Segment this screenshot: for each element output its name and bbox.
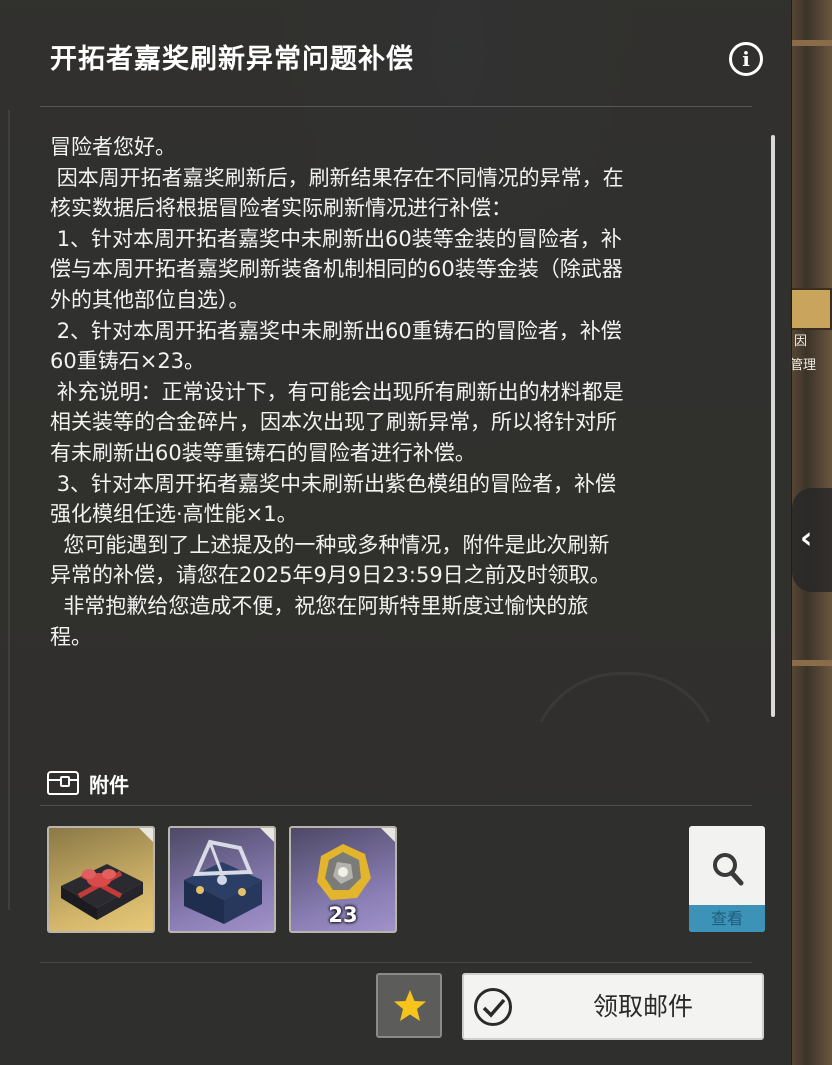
scene-text: 管理 xyxy=(790,358,817,373)
divider xyxy=(40,805,752,806)
mail-body-line: 非常抱歉给您造成不便，祝您在阿斯特里斯度过愉快的旅 xyxy=(50,593,589,618)
scene-beam xyxy=(790,40,832,46)
item-corner xyxy=(260,828,274,842)
favorite-button[interactable] xyxy=(376,973,442,1038)
mail-body-line: 因本周开拓者嘉奖刷新后，刷新结果存在不同情况的异常，在 xyxy=(50,165,624,190)
attachments-label: 附件 xyxy=(89,772,129,797)
mail-body-line: 程。 xyxy=(50,624,92,649)
chest-icon xyxy=(47,771,79,795)
panel-edge xyxy=(8,110,10,910)
claim-mail-label: 领取邮件 xyxy=(592,992,693,1021)
mail-body-line: 2、针对本周开拓者嘉奖中未刷新出60重铸石的冒险者，补偿 xyxy=(50,318,622,343)
mail-body-line: 相关装等的合金碎片，因本次出现了刷新异常，所以将针对所 xyxy=(50,410,617,435)
attachment-item-recast-stone[interactable]: 23 xyxy=(289,826,397,933)
claim-mail-button[interactable]: 领取邮件 xyxy=(462,973,764,1040)
mail-panel: 开拓者嘉奖刷新异常问题补偿 i 冒险者您好。 因本周开拓者嘉奖刷新后，刷新结果存… xyxy=(0,0,792,1065)
scene-text: 因 xyxy=(794,334,808,349)
stamp-watermark xyxy=(530,672,720,722)
module-chest-icon xyxy=(184,839,262,924)
mail-body-line: 核实数据后将根据冒险者实际刷新情况进行补偿： xyxy=(50,196,512,221)
mail-body-line: 1、针对本周开拓者嘉奖中未刷新出60装等金装的冒险者，补 xyxy=(50,226,622,251)
mail-title: 开拓者嘉奖刷新异常问题补偿 xyxy=(50,44,414,75)
mail-body-line: 异常的补偿，请您在2025年9月9日23:59日之前及时领取。 xyxy=(50,563,611,588)
view-button[interactable]: 查看 xyxy=(689,826,765,932)
mail-body-line: 外的其他部位自选）。 xyxy=(50,287,250,312)
mail-body-text: 冒险者您好。 因本周开拓者嘉奖刷新后，刷新结果存在不同情况的异常，在 核实数据后将… xyxy=(40,132,768,652)
mail-body-line: 3、针对本周开拓者嘉奖中未刷新出紫色模组的冒险者，补偿 xyxy=(50,471,617,496)
attachment-list: 23 xyxy=(47,826,397,933)
divider xyxy=(40,962,752,963)
mail-body-line: 60重铸石×23。 xyxy=(50,349,206,374)
collapse-panel-tab[interactable]: ‹ xyxy=(792,488,832,592)
info-icon[interactable]: i xyxy=(729,42,763,76)
mail-body-line: 有未刷新出60装等重铸石的冒险者进行补偿。 xyxy=(50,440,476,465)
attachment-item-module-chest[interactable] xyxy=(168,826,276,933)
star-icon xyxy=(394,990,426,1021)
mail-body[interactable]: 冒险者您好。 因本周开拓者嘉奖刷新后，刷新结果存在不同情况的异常，在 核实数据后将… xyxy=(40,132,768,722)
scene-beam xyxy=(790,660,832,666)
mail-body-line: 您可能遇到了上述提及的一种或多种情况，附件是此次刷新 xyxy=(50,532,610,557)
attachments-header: 附件 xyxy=(47,768,129,798)
mail-body-line: 补充说明：正常设计下，有可能会出现所有刷新出的材料都是 xyxy=(50,379,624,404)
scene-signboard xyxy=(790,288,832,330)
attachment-item-gift-box[interactable] xyxy=(47,826,155,933)
mail-body-line: 偿与本周开拓者嘉奖刷新装备机制相同的60装等金装（除武器 xyxy=(50,257,623,282)
item-corner xyxy=(139,828,153,842)
scrollbar-thumb[interactable] xyxy=(771,135,775,717)
mail-body-line: 冒险者您好。 xyxy=(50,135,176,159)
search-icon xyxy=(713,853,744,886)
checkmark-glyph xyxy=(482,998,506,1018)
checkmark-icon xyxy=(474,988,512,1026)
item-corner xyxy=(381,828,395,842)
view-label: 查看 xyxy=(689,905,765,932)
divider xyxy=(40,106,752,107)
mail-body-line: 强化模组任选·高性能×1。 xyxy=(50,502,298,527)
item-quantity: 23 xyxy=(328,903,358,927)
chevron-left-icon: ‹ xyxy=(800,521,813,556)
gift-box-icon xyxy=(61,864,143,920)
